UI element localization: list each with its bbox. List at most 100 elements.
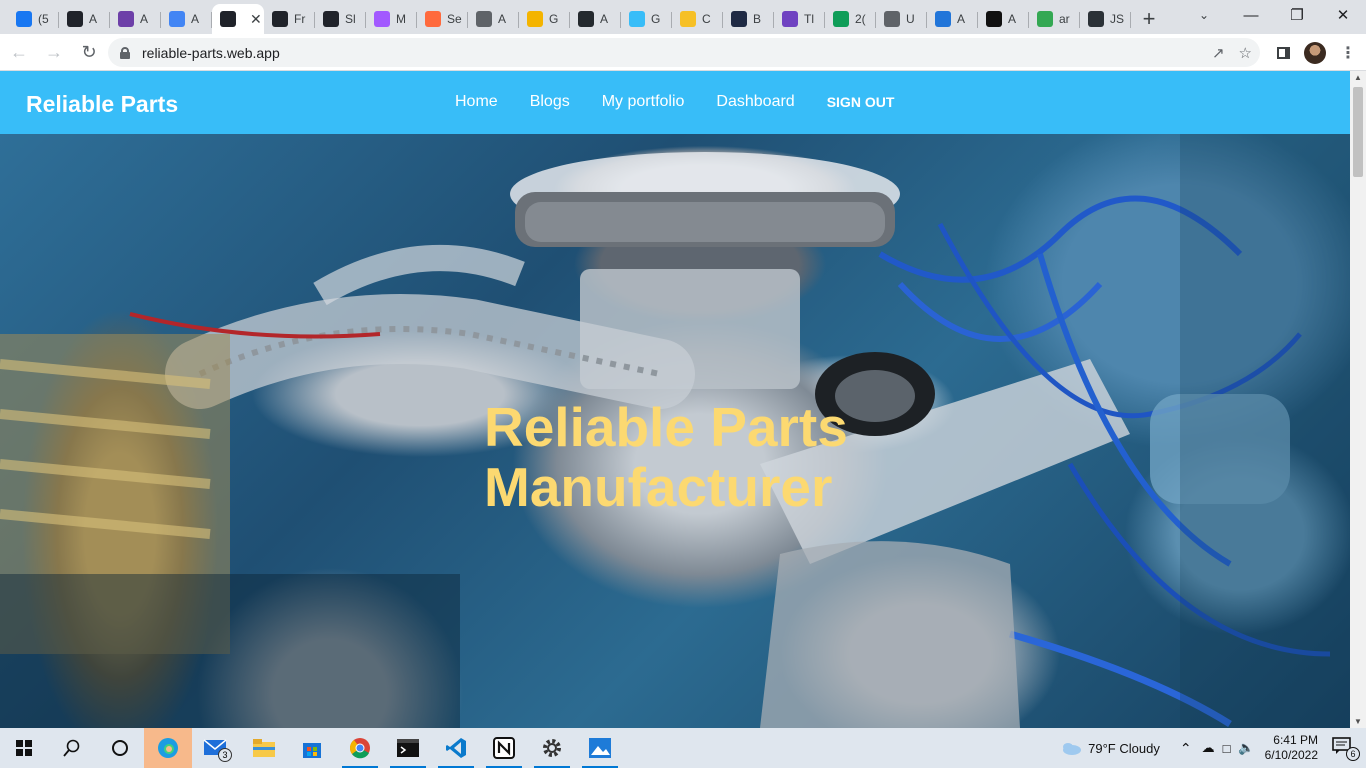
side-panel-icon[interactable] xyxy=(1277,46,1290,59)
browser-tab-label: B xyxy=(753,12,762,26)
browser-tab[interactable]: A xyxy=(161,4,212,34)
taskbar-vscode[interactable] xyxy=(432,728,480,768)
tailwind-icon xyxy=(629,11,645,27)
windows-logo-icon xyxy=(16,740,32,756)
drive-icon xyxy=(1037,11,1053,27)
webpage: Reliable Parts Home Blogs My portfolio D… xyxy=(0,71,1350,728)
browser-tab[interactable]: A xyxy=(110,4,161,34)
scroll-thumb[interactable] xyxy=(1353,87,1363,177)
browser-tab[interactable]: Tl xyxy=(774,4,825,34)
clock[interactable]: 6:41 PM 6/10/2022 xyxy=(1265,733,1318,763)
browser-tab[interactable]: B xyxy=(723,4,774,34)
browser-tab-label: A xyxy=(1008,12,1017,26)
nav-portfolio-link[interactable]: My portfolio xyxy=(602,93,685,111)
browser-tab[interactable]: JS xyxy=(1080,4,1131,34)
hero-banner: Reliable Parts Manufacturer xyxy=(0,134,1350,728)
react-icon xyxy=(323,11,339,27)
scroll-up-arrow-icon[interactable]: ▲ xyxy=(1354,73,1362,82)
browser-tab-label: A xyxy=(191,12,200,26)
hand-icon xyxy=(527,11,543,27)
browser-tab[interactable]: U xyxy=(876,4,927,34)
browser-tab[interactable]: Sl xyxy=(315,4,366,34)
site-menu: Home Blogs My portfolio Dashboard SIGN O… xyxy=(455,93,894,111)
browser-tab[interactable]: G xyxy=(621,4,672,34)
taskbar-photos[interactable] xyxy=(576,728,624,768)
restore-button[interactable]: ❐ xyxy=(1274,0,1320,30)
profile-avatar[interactable] xyxy=(1304,41,1326,64)
browser-tab[interactable]: A xyxy=(570,4,621,34)
volume-icon[interactable]: 🔈 xyxy=(1238,740,1254,756)
forward-button[interactable]: → xyxy=(38,38,70,66)
browser-tab-label: A xyxy=(957,12,966,26)
taskbar-store[interactable] xyxy=(288,728,336,768)
notification-center-button[interactable]: 6 xyxy=(1332,737,1360,761)
browser-tab[interactable]: ar xyxy=(1029,4,1080,34)
browser-tab[interactable]: ✕ xyxy=(212,4,264,34)
back-button[interactable]: ← xyxy=(3,38,35,66)
new-tab-button[interactable]: + xyxy=(1131,4,1167,34)
close-window-button[interactable]: ✕ xyxy=(1320,0,1366,30)
taskbar-notion[interactable] xyxy=(480,728,528,768)
bookmark-star-icon[interactable]: ☆ xyxy=(1239,44,1252,62)
gear-icon xyxy=(543,739,561,757)
close-tab-icon[interactable]: ✕ xyxy=(250,11,262,28)
onedrive-icon[interactable]: ☁ xyxy=(1202,740,1215,756)
lock-icon xyxy=(120,46,130,59)
search-button[interactable] xyxy=(48,728,96,768)
browser-tab-label: Fr xyxy=(294,12,306,26)
weather-text[interactable]: 79°F Cloudy xyxy=(1088,741,1160,756)
show-hidden-icons-chevron-icon[interactable]: ⌃ xyxy=(1180,740,1192,757)
nav-home-link[interactable]: Home xyxy=(455,93,498,111)
taskbar-mail[interactable]: 3 xyxy=(192,728,240,768)
start-button[interactable] xyxy=(0,728,48,768)
browser-tab[interactable]: A xyxy=(468,4,519,34)
mail-badge: 3 xyxy=(218,748,232,762)
clock-time: 6:41 PM xyxy=(1273,733,1318,747)
window-controls: — ❐ ✕ xyxy=(1228,0,1366,34)
task-view-button[interactable] xyxy=(96,728,144,768)
scroll-down-arrow-icon[interactable]: ▼ xyxy=(1354,717,1362,726)
network-icon[interactable]: □ xyxy=(1223,741,1231,756)
chrome-icon xyxy=(350,738,370,759)
figma-icon xyxy=(374,11,390,27)
sign-out-button[interactable]: SIGN OUT xyxy=(827,94,895,110)
browser-tab[interactable]: (5 xyxy=(8,4,59,34)
windows-taskbar: 3 79°F Cloudy ⌃ ☁ □ 🔈 6:41 PM 6/10/2022 xyxy=(0,728,1366,768)
taskbar-chrome[interactable] xyxy=(336,728,384,768)
grid-icon xyxy=(833,11,849,27)
clock-date: 6/10/2022 xyxy=(1264,748,1318,762)
url-text: reliable-parts.web.app xyxy=(142,44,280,61)
browser-tab-label: (5 xyxy=(38,12,49,26)
browser-tab[interactable]: A xyxy=(978,4,1029,34)
browser-tab[interactable]: M xyxy=(366,4,417,34)
site-brand[interactable]: Reliable Parts xyxy=(26,91,178,118)
browser-toolbar: ← → ↻ reliable-parts.web.app ↗ ☆ ⋮ xyxy=(0,34,1366,71)
menu-kebab-icon[interactable]: ⋮ xyxy=(1340,43,1356,63)
browser-tab[interactable]: Fr xyxy=(264,4,315,34)
react-icon xyxy=(67,11,83,27)
page-scrollbar[interactable]: ▲ ▼ xyxy=(1350,71,1366,728)
browser-tab[interactable]: Se xyxy=(417,4,468,34)
person-icon xyxy=(118,11,134,27)
browser-tab-label: C xyxy=(702,12,711,26)
circle-icon xyxy=(425,11,441,27)
minimize-button[interactable]: — xyxy=(1228,0,1274,30)
tab-search-chevron-icon[interactable]: ⌄ xyxy=(1192,0,1216,30)
browser-tab[interactable]: C xyxy=(672,4,723,34)
nav-blogs-link[interactable]: Blogs xyxy=(530,93,570,111)
address-bar[interactable]: reliable-parts.web.app ↗ ☆ xyxy=(108,38,1260,67)
browser-tab-label: A xyxy=(89,12,98,26)
taskbar-settings[interactable] xyxy=(528,728,576,768)
reload-button[interactable]: ↻ xyxy=(73,38,105,66)
share-icon[interactable]: ↗ xyxy=(1212,44,1225,62)
browser-tab[interactable]: A xyxy=(59,4,110,34)
taskbar-file-explorer[interactable] xyxy=(240,728,288,768)
browser-tab[interactable]: A xyxy=(927,4,978,34)
taskbar-terminal[interactable] xyxy=(384,728,432,768)
browser-tab-label: Sl xyxy=(345,12,356,26)
nav-dashboard-link[interactable]: Dashboard xyxy=(716,93,794,111)
browser-tab[interactable]: 2( xyxy=(825,4,876,34)
taskbar-edge[interactable] xyxy=(144,728,192,768)
browser-tab[interactable]: G xyxy=(519,4,570,34)
terminal-icon xyxy=(397,739,419,757)
